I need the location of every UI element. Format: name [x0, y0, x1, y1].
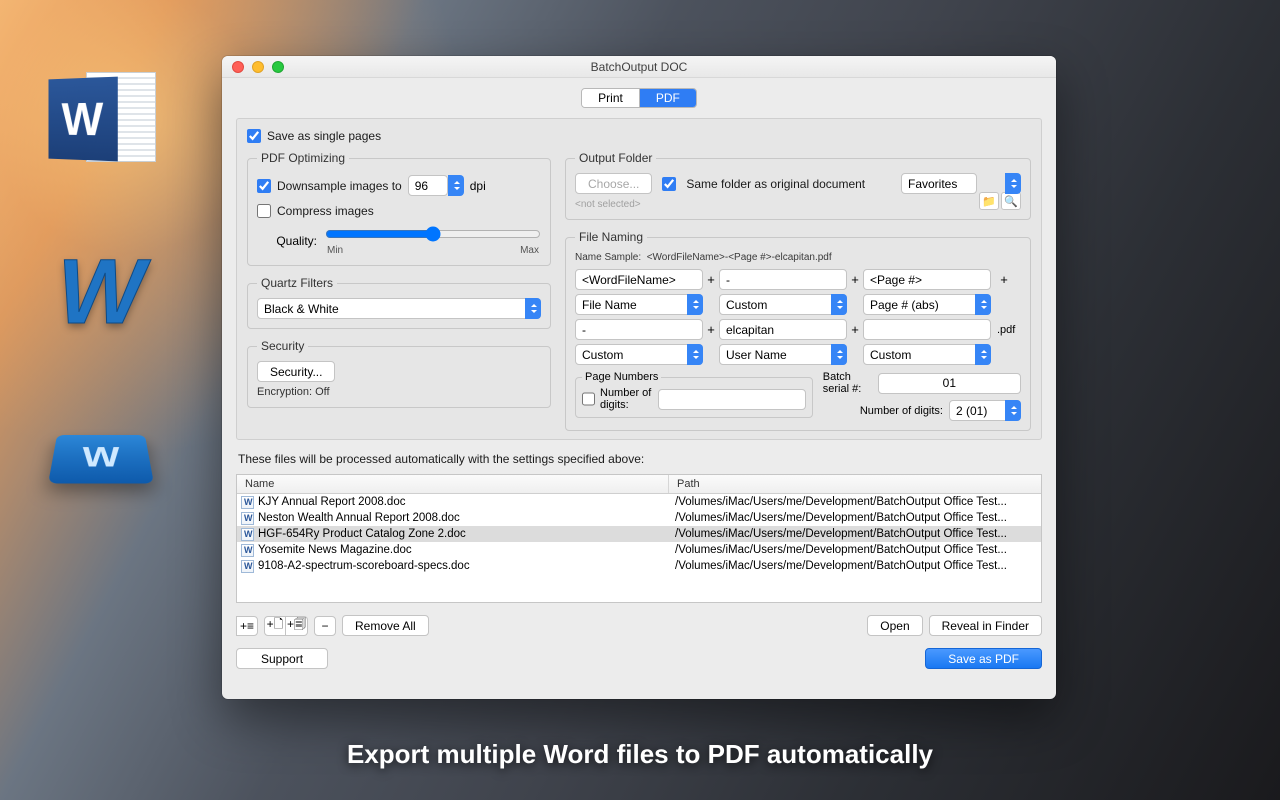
token-1-input[interactable]: [575, 269, 703, 290]
sep-1-select[interactable]: Custom: [719, 294, 847, 315]
column-path[interactable]: Path: [669, 475, 708, 493]
token-2-select[interactable]: Page # (abs): [863, 294, 991, 315]
table-row[interactable]: Yosemite News Magazine.doc/Volumes/iMac/…: [237, 542, 1041, 558]
choose-folder-button[interactable]: Choose...: [575, 173, 652, 194]
quality-slider[interactable]: [325, 226, 541, 242]
save-as-pdf-button[interactable]: Save as PDF: [925, 648, 1042, 669]
duplicate-button[interactable]: +🗐: [286, 616, 308, 636]
table-row[interactable]: HGF-654Ry Product Catalog Zone 2.doc/Vol…: [237, 526, 1041, 542]
name-sample-value: <WordFileName>-<Page #>-elcapitan.pdf: [647, 252, 832, 263]
reveal-folder-icon[interactable]: [1001, 192, 1021, 210]
val-3-select[interactable]: Custom: [863, 344, 991, 365]
output-folder-path: <not selected>: [575, 199, 1021, 210]
output-folder-group: Output Folder Choose... Same folder as o…: [565, 151, 1031, 220]
sep-2-select[interactable]: Custom: [575, 344, 703, 365]
val-3-input[interactable]: [863, 319, 991, 340]
val-2-input[interactable]: [719, 319, 847, 340]
mode-segmented-control[interactable]: Print PDF: [581, 88, 697, 108]
screenshot-caption: Export multiple Word files to PDF automa…: [0, 739, 1280, 770]
doc-icon: [241, 544, 254, 557]
window-title: BatchOutput DOC: [222, 60, 1056, 74]
word-icon: W: [46, 417, 156, 497]
tab-print[interactable]: Print: [582, 89, 639, 107]
column-name[interactable]: Name: [237, 475, 669, 493]
table-row[interactable]: Neston Wealth Annual Report 2008.doc/Vol…: [237, 510, 1041, 526]
downsample-dpi-select[interactable]: 96: [408, 175, 448, 196]
add-favorite-icon[interactable]: [979, 192, 999, 210]
sep-1-input[interactable]: [719, 269, 847, 290]
remove-selected-button[interactable]: −: [314, 616, 336, 636]
page-digits-stepper[interactable]: [658, 389, 806, 410]
save-single-pages-checkbox[interactable]: [247, 129, 261, 143]
tab-pdf[interactable]: PDF: [639, 89, 696, 107]
security-button[interactable]: Security...: [257, 361, 335, 382]
word-icon: W: [46, 247, 156, 337]
val-2-select[interactable]: User Name: [719, 344, 847, 365]
batch-serial-input[interactable]: [878, 373, 1021, 394]
decorative-word-icons: W W W: [46, 72, 156, 497]
digits-checkbox[interactable]: [582, 392, 595, 406]
files-note: These files will be processed automatica…: [238, 452, 1040, 466]
token-1-select[interactable]: File Name: [575, 294, 703, 315]
same-folder-checkbox[interactable]: [662, 177, 676, 191]
num-digits-select[interactable]: 2 (01): [949, 400, 1021, 421]
doc-icon: [241, 560, 254, 573]
remove-all-button[interactable]: Remove All: [342, 615, 429, 636]
table-row[interactable]: KJY Annual Report 2008.doc/Volumes/iMac/…: [237, 494, 1041, 510]
encryption-status: Encryption: Off: [257, 386, 541, 398]
support-button[interactable]: Support: [236, 648, 328, 669]
save-single-pages-label: Save as single pages: [267, 129, 381, 143]
doc-icon: [241, 512, 254, 525]
page-numbers-group: Page Numbers Number of digits:: [575, 371, 813, 418]
pdf-optimizing-group: PDF Optimizing Downsample images to 96 d…: [247, 151, 551, 266]
add-remove-group: +≡: [236, 616, 258, 636]
add-item-button[interactable]: +🗋: [264, 616, 286, 636]
word-icon: W: [46, 72, 156, 167]
favorites-select[interactable]: Favorites: [901, 173, 977, 194]
add-file-button[interactable]: +≡: [236, 616, 258, 636]
open-button[interactable]: Open: [867, 615, 922, 636]
doc-icon: [241, 496, 254, 509]
doc-icon: [241, 528, 254, 541]
sep-2-input[interactable]: [575, 319, 703, 340]
quartz-filter-select[interactable]: Black & White: [257, 298, 541, 319]
files-table[interactable]: Name Path KJY Annual Report 2008.doc/Vol…: [236, 474, 1042, 603]
token-2-input[interactable]: [863, 269, 991, 290]
security-group: Security Security... Encryption: Off: [247, 339, 551, 408]
quartz-filters-group: Quartz Filters Black & White: [247, 276, 551, 329]
titlebar: BatchOutput DOC: [222, 56, 1056, 78]
app-window: BatchOutput DOC Print PDF Save as single…: [222, 56, 1056, 699]
table-row[interactable]: 9108-A2-spectrum-scoreboard-specs.doc/Vo…: [237, 558, 1041, 574]
file-naming-group: File Naming Name Sample: <WordFileName>-…: [565, 230, 1031, 431]
reveal-in-finder-button[interactable]: Reveal in Finder: [929, 615, 1042, 636]
downsample-checkbox[interactable]: [257, 179, 271, 193]
compress-checkbox[interactable]: [257, 204, 271, 218]
